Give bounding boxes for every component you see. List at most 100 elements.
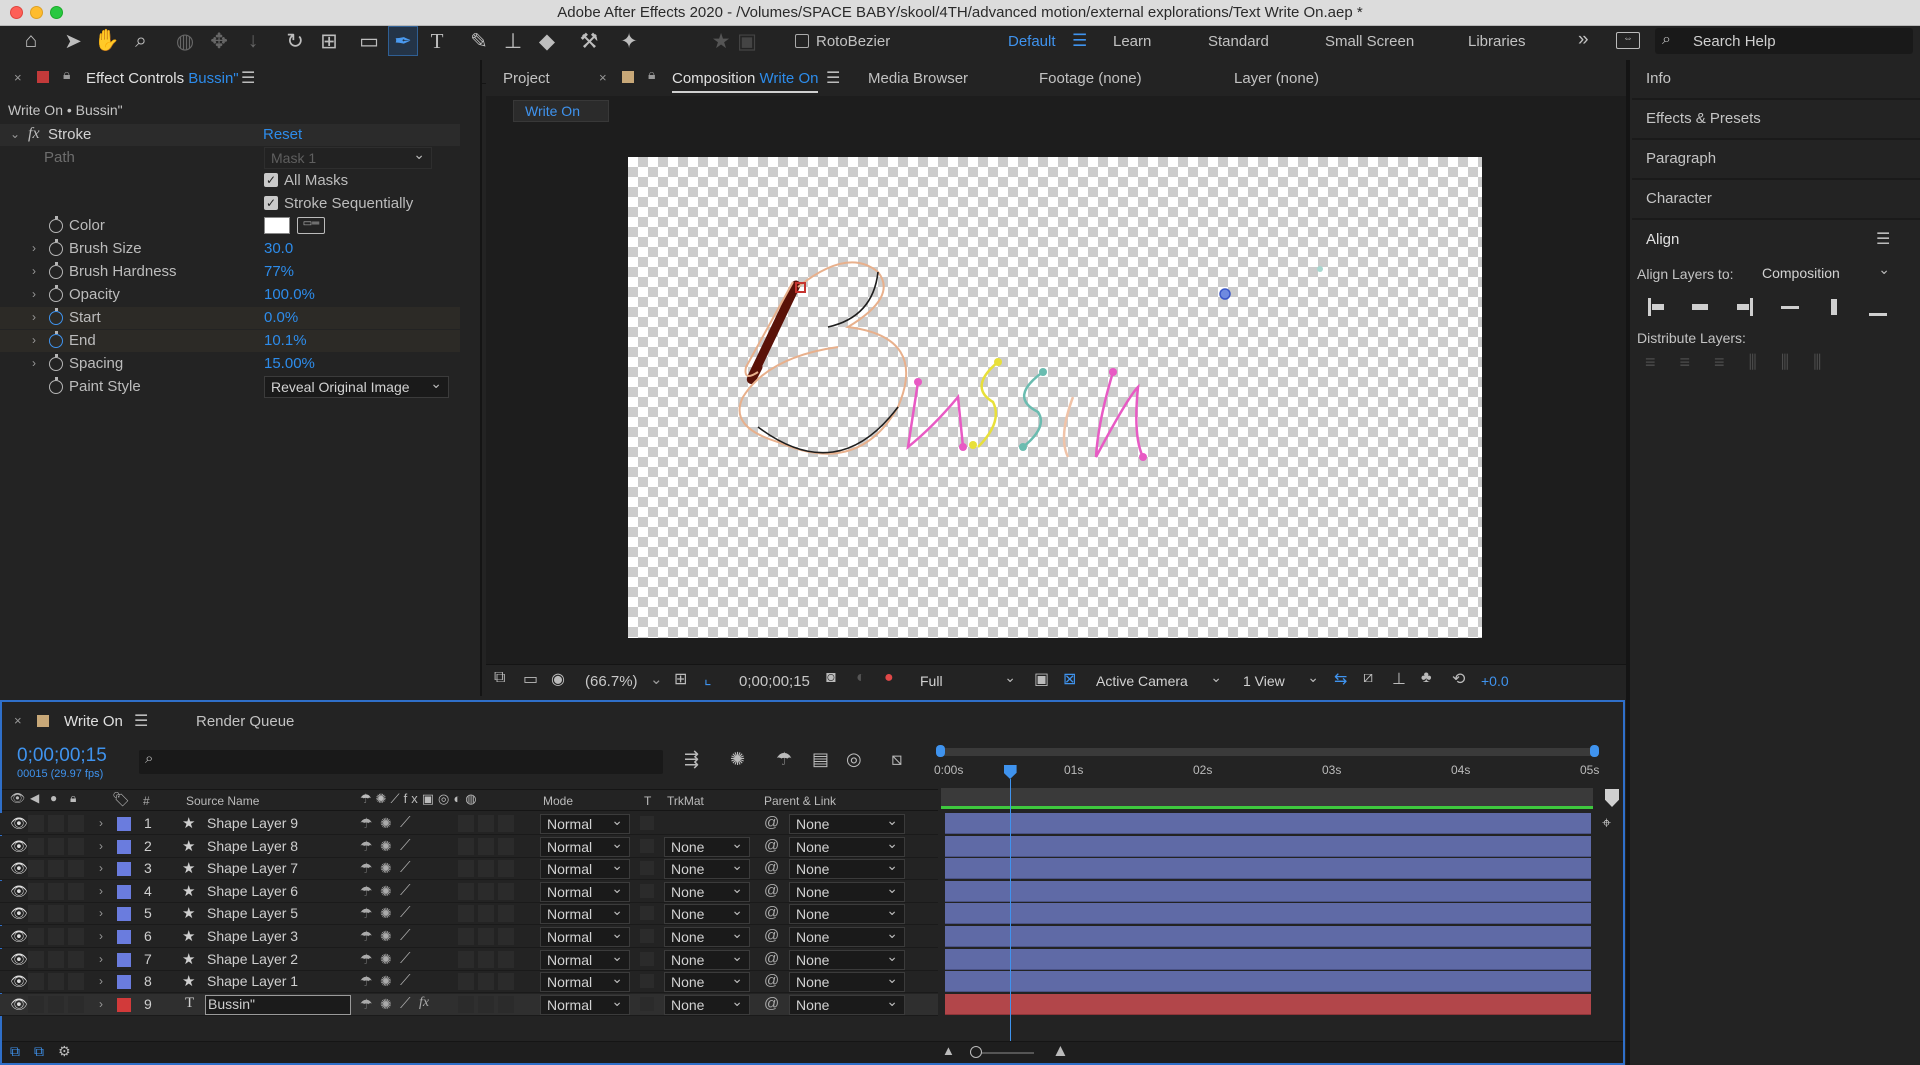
expand-chevron-icon[interactable]: › — [32, 287, 36, 301]
switch-cell[interactable] — [458, 951, 474, 968]
layer-row[interactable]: 👁︎ › 6 ★ Shape Layer 3 ☂ ✺ ⟋ Normal None @ None — [0, 924, 938, 948]
mode-dropdown[interactable]: Normal — [540, 924, 630, 947]
pickwhip-icon[interactable]: @ — [764, 972, 779, 989]
layer-row[interactable]: 👁︎ › 2 ★ Shape Layer 8 ☂ ✺ ⟋ Normal None @ None — [0, 834, 938, 858]
align-left-icon[interactable] — [1645, 296, 1667, 318]
collapse-switch-icon[interactable]: ✺ — [380, 928, 392, 945]
tab-footage[interactable]: Footage (none) — [1039, 70, 1142, 87]
parent-dropdown[interactable]: None — [789, 856, 905, 879]
work-area-bar[interactable] — [940, 748, 1595, 756]
switch-cell[interactable] — [458, 996, 474, 1013]
spacing-value[interactable]: 15.00% — [264, 355, 315, 372]
reset-link[interactable]: Reset — [263, 126, 302, 143]
expand-chevron-icon[interactable]: › — [99, 839, 103, 853]
layer-duration-bar[interactable] — [945, 881, 1591, 902]
quality-switch-icon[interactable]: ⟋ — [400, 972, 411, 989]
switch-cell[interactable] — [498, 883, 514, 900]
source-name-header[interactable]: Source Name — [186, 794, 259, 808]
roto-brush-tool-icon[interactable]: ⚒ — [574, 26, 604, 56]
switch-cell[interactable] — [458, 973, 474, 990]
quality-switch-icon[interactable]: ⟋ — [400, 882, 411, 899]
eyedropper-icon[interactable]: ▭═ — [297, 217, 325, 234]
shy-switch-icon[interactable]: ☂ — [360, 951, 373, 968]
lock-header-icon[interactable]: 🔒︎ — [70, 791, 76, 806]
audio-switch[interactable] — [28, 860, 44, 877]
close-tab-icon[interactable]: × — [599, 70, 607, 85]
render-range-bar[interactable] — [941, 788, 1593, 808]
trkmat-dropdown[interactable]: None — [664, 947, 750, 970]
collapse-switch-icon[interactable]: ✺ — [380, 905, 392, 922]
lock-switch[interactable] — [68, 838, 84, 855]
work-area-start-handle[interactable] — [936, 745, 945, 757]
pickwhip-icon[interactable]: @ — [764, 995, 779, 1012]
paint-style-dropdown[interactable]: Reveal Original Image — [264, 373, 449, 398]
always-preview-icon[interactable]: ⧉ — [494, 669, 505, 687]
quality-switch-icon[interactable]: ⟋ — [400, 995, 411, 1012]
layer-duration-bar[interactable] — [945, 813, 1591, 834]
solo-switch[interactable] — [48, 883, 64, 900]
expand-chevron-icon[interactable]: › — [99, 906, 103, 920]
layer-label-color[interactable] — [117, 975, 131, 989]
more-workspaces-icon[interactable]: » — [1578, 29, 1589, 51]
switch-cell[interactable] — [478, 928, 494, 945]
eraser-tool-icon[interactable]: ◆ — [532, 26, 562, 56]
solo-switch[interactable] — [48, 860, 64, 877]
parent-dropdown[interactable]: None — [789, 834, 905, 857]
expand-chevron-icon[interactable]: › — [32, 241, 36, 255]
preserve-transparency-checkbox[interactable] — [640, 839, 654, 853]
expand-chevron-icon[interactable]: › — [99, 816, 103, 830]
layer-duration-bar[interactable] — [945, 836, 1591, 857]
layer-name[interactable]: Shape Layer 5 — [207, 905, 298, 921]
parent-dropdown[interactable]: None — [789, 901, 905, 924]
preserve-transparency-checkbox[interactable] — [640, 952, 654, 966]
layer-duration-bar[interactable] — [945, 858, 1591, 879]
layer-duration-bar[interactable] — [945, 971, 1591, 992]
brush-size-value[interactable]: 30.0 — [264, 240, 293, 257]
stopwatch-icon[interactable] — [49, 354, 63, 371]
preserve-transparency-checkbox[interactable] — [640, 906, 654, 920]
trkmat-dropdown[interactable]: None — [664, 834, 750, 857]
fx-icon[interactable]: fx — [28, 125, 40, 143]
clone-stamp-tool-icon[interactable]: ⊥ — [498, 26, 528, 56]
orbit-camera-tool-icon[interactable]: ◍ — [170, 26, 200, 56]
layer-row[interactable]: 👁︎ › 8 ★ Shape Layer 1 ☂ ✺ ⟋ Normal None @ None — [0, 969, 938, 993]
switch-cell[interactable] — [498, 951, 514, 968]
switch-cell[interactable] — [478, 883, 494, 900]
eye-icon[interactable]: 👁︎ — [10, 951, 28, 968]
shy-switch-icon[interactable]: ☂ — [360, 838, 373, 855]
fast-previews-icon[interactable]: ⇆ — [1334, 669, 1347, 689]
tab-layer[interactable]: Layer (none) — [1234, 70, 1319, 87]
info-panel-header[interactable]: Info — [1646, 70, 1671, 87]
align-right-icon[interactable] — [1734, 296, 1756, 318]
align-bottom-icon[interactable] — [1867, 296, 1889, 318]
expand-chevron-icon[interactable]: › — [99, 861, 103, 875]
shy-switch-icon[interactable]: ☂ — [360, 905, 373, 922]
trkmat-dropdown[interactable]: None — [664, 856, 750, 879]
rectangle-tool-icon[interactable]: ▭ — [354, 26, 384, 56]
shy-layers-icon[interactable]: ☂ — [776, 749, 792, 770]
home-icon[interactable]: ⌂ — [16, 26, 46, 56]
reset-exposure-icon[interactable]: ⟲ — [1452, 669, 1465, 689]
timeline-tab[interactable]: Write On — [64, 713, 123, 730]
eye-icon[interactable]: 👁︎ — [10, 928, 28, 945]
snapshot-icon[interactable]: ◙ — [826, 669, 836, 687]
layer-row[interactable]: 👁︎ › 4 ★ Shape Layer 6 ☂ ✺ ⟋ Normal None @ None — [0, 879, 938, 903]
start-value[interactable]: 0.0% — [264, 309, 298, 326]
lock-switch[interactable] — [68, 996, 84, 1013]
workspace-menu-icon[interactable]: ☰ — [1072, 31, 1087, 51]
tab-project[interactable]: Project — [503, 70, 550, 87]
graph-editor-icon[interactable]: ⧅ — [891, 749, 902, 770]
stroke-sequentially-checkbox[interactable]: ✓ — [264, 196, 278, 210]
eye-icon[interactable]: 👁︎ — [10, 815, 28, 832]
collapse-switch-icon[interactable]: ✺ — [380, 996, 392, 1013]
solo-switch[interactable] — [48, 973, 64, 990]
align-vertical-center-icon[interactable] — [1823, 296, 1845, 318]
selection-tool-icon[interactable]: ➤ — [58, 26, 88, 56]
mode-dropdown[interactable]: Normal — [540, 879, 630, 902]
layer-label-color[interactable] — [117, 840, 131, 854]
layer-row[interactable]: 👁︎ › 9 T Bussin" ☂ ✺ ⟋ fx Normal None @ None — [0, 992, 938, 1016]
quality-switch-icon[interactable]: ⟋ — [400, 904, 411, 921]
draft-3d-icon[interactable]: ✺ — [730, 749, 745, 770]
lock-icon[interactable]: 🔒︎ — [63, 66, 70, 83]
audio-switch[interactable] — [28, 996, 44, 1013]
